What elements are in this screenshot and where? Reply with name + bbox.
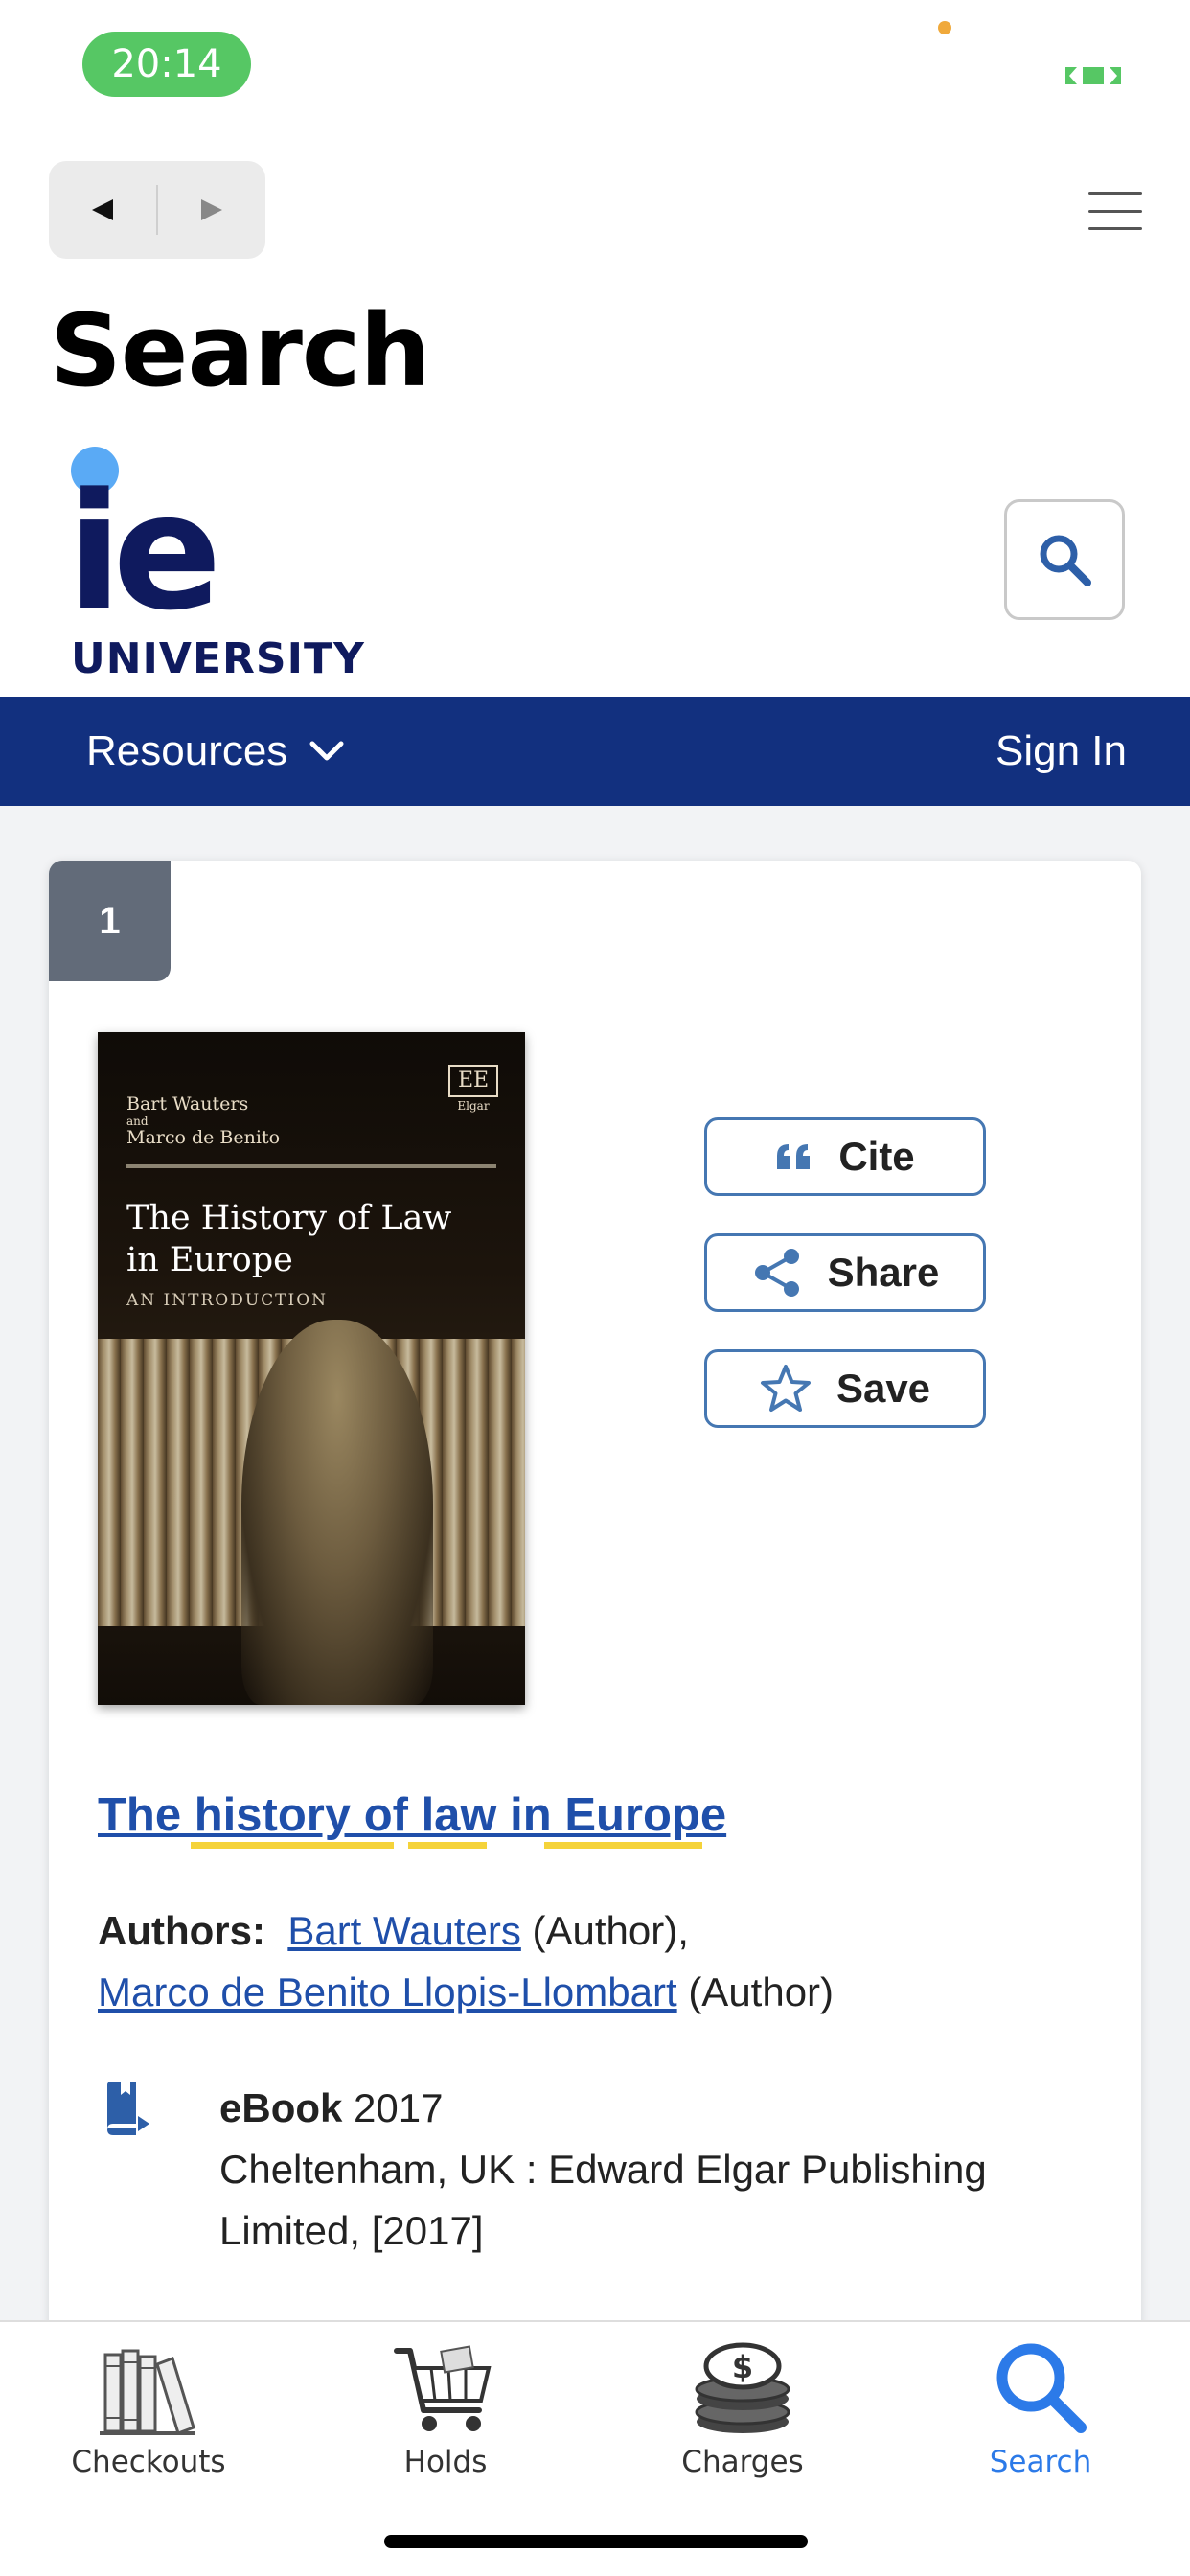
svg-text:$: $: [732, 2349, 753, 2385]
site-search-button[interactable]: [1004, 499, 1125, 620]
authors-label: Authors:: [98, 1908, 265, 1953]
tab-search-label: Search: [989, 2445, 1092, 2479]
share-label: Share: [827, 1250, 940, 1295]
forward-button[interactable]: [158, 161, 265, 259]
browser-nav-group: [49, 161, 265, 259]
cover-publisher-logo: EE Elgar: [448, 1065, 498, 1116]
status-time: 20:14: [82, 32, 251, 97]
format-details: eBook 2017 Cheltenham, UK : Edward Elgar…: [219, 2078, 1101, 2262]
cite-button[interactable]: Cite: [704, 1117, 986, 1196]
cover-title: The History of Law in Europe: [126, 1199, 452, 1279]
back-arrow-icon: [92, 199, 113, 220]
tab-checkouts-label: Checkouts: [71, 2445, 226, 2479]
books-icon: [100, 2349, 195, 2435]
format-type: eBook: [219, 2085, 343, 2130]
logo-wordmark: UNIVERSITY: [71, 634, 365, 683]
quote-icon: [777, 1144, 811, 1169]
book-cover-image[interactable]: Bart Wauters and Marco de Benito EE Elga…: [98, 1032, 525, 1705]
author-role-2: (Author): [688, 1969, 835, 2014]
library-nav-bar: Resources Sign In: [0, 697, 1190, 806]
publisher-text: Cheltenham, UK : Edward Elgar Publishing…: [219, 2147, 987, 2253]
sign-in-link[interactable]: Sign In: [995, 697, 1127, 806]
result-card: 1 Bart Wauters and Marco de Benito EE El…: [49, 861, 1141, 2394]
search-term-highlight: [544, 1842, 702, 1849]
cover-statue: [241, 1320, 433, 1705]
screen-mirroring-icon: [1065, 67, 1121, 84]
tab-charges-label: Charges: [681, 2445, 804, 2479]
cart-icon: [394, 2345, 492, 2431]
tab-charges[interactable]: $ Charges: [594, 2322, 891, 2495]
save-label: Save: [835, 1366, 931, 1411]
page-title: Search: [50, 292, 431, 409]
coins-icon: $: [695, 2342, 790, 2433]
author-link-2[interactable]: Marco de Benito Llopis-Llombart: [98, 1969, 677, 2014]
resources-label: Resources: [86, 727, 288, 774]
hamburger-menu-icon[interactable]: [1088, 192, 1142, 230]
tab-holds[interactable]: Holds: [297, 2322, 594, 2495]
author-link-1[interactable]: Bart Wauters: [287, 1908, 521, 1953]
search-term-highlight: [191, 1842, 394, 1849]
author-role-1: (Author),: [532, 1908, 689, 1953]
cite-label: Cite: [838, 1134, 915, 1179]
search-icon: [996, 2343, 1087, 2433]
chevron-down-icon: [309, 741, 344, 761]
cover-subtitle: AN INTRODUCTION: [126, 1291, 329, 1310]
share-icon: [754, 1249, 799, 1297]
tab-search[interactable]: Search: [892, 2322, 1189, 2495]
tab-checkouts[interactable]: Checkouts: [0, 2322, 297, 2495]
format-year: 2017: [354, 2085, 444, 2130]
home-indicator: [384, 2535, 808, 2548]
cover-rule: [126, 1164, 496, 1168]
result-authors: Authors: Bart Wauters (Author), Marco de…: [98, 1900, 1113, 2023]
forward-arrow-icon: [201, 199, 222, 220]
result-index: 1: [49, 861, 171, 981]
search-term-highlight: [408, 1842, 487, 1849]
privacy-indicator-dot: [938, 21, 951, 34]
share-button[interactable]: Share: [704, 1233, 986, 1312]
ie-university-logo[interactable]: ie UNIVERSITY: [67, 443, 364, 683]
resources-menu[interactable]: Resources: [86, 697, 345, 806]
logo-mark: ie: [67, 458, 222, 646]
result-title-link[interactable]: The history of law in Europe: [98, 1788, 726, 1842]
star-icon: [760, 1365, 811, 1412]
save-button[interactable]: Save: [704, 1349, 986, 1428]
back-button[interactable]: [49, 161, 156, 259]
tab-holds-label: Holds: [403, 2445, 488, 2479]
ebook-icon: [107, 2082, 149, 2135]
search-icon: [1040, 535, 1091, 586]
cover-authors: Bart Wauters and Marco de Benito: [126, 1093, 281, 1148]
